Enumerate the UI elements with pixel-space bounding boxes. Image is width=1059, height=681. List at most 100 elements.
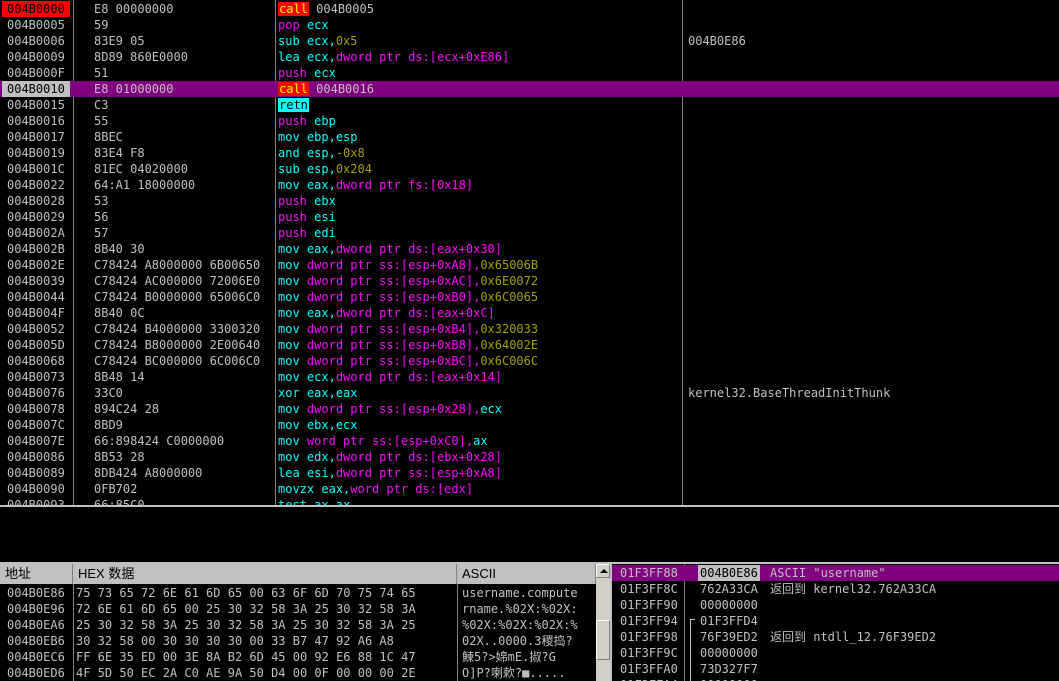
instruction-operand: eax, (321, 482, 351, 496)
instruction-operand: dword ptr ss:[esp+0xA8], (306, 258, 481, 272)
disasm-row[interactable]: 004B0093 66:85C0 test ax,ax (0, 497, 1059, 505)
instruction-address: 004B0078 (7, 402, 65, 416)
instruction-operand: dword ptr ss:[esp+0xB8], (306, 338, 481, 352)
stack-row[interactable]: 01F3FF98 76F39ED2 返回到 ntdll_12.76F39ED2 (612, 629, 1059, 645)
instruction-text: pop ecx (278, 17, 329, 33)
dump-address: 004B0ED6 (7, 666, 65, 680)
instruction-mnemonic: push (278, 194, 307, 208)
dump-row[interactable]: 004B0E86 75 73 65 72 6E 61 6D 65 00 63 6F… (0, 585, 596, 601)
instruction-text: call 004B0016 (278, 81, 374, 97)
disasm-row[interactable]: 004B001C 81EC 04020000 sub esp,0x204 (0, 161, 1059, 177)
disasm-row[interactable]: 004B0006 83E9 05 sub ecx,0x5 004B0E86 (0, 33, 1059, 49)
stack-row[interactable]: 01F3FF8C 762A33CA 返回到 kernel32.762A33CA (612, 581, 1059, 597)
instruction-operand: ecx, (306, 370, 336, 384)
instruction-bytes: 66:85C0 (94, 498, 145, 505)
instruction-operand: dword ptr ss:[esp+0xB0], (306, 290, 481, 304)
disasm-row[interactable]: 004B0039 C78424 AC000000 72006E0 mov dword… (0, 273, 1059, 289)
instruction-bytes: E8 00000000 (94, 2, 174, 16)
instruction-bytes: C78424 B8000000 2E00640 (94, 338, 261, 352)
disasm-row[interactable]: 004B004F 8B40 0C mov eax,dword ptr ds:[eax… (0, 305, 1059, 321)
instruction-bytes: C78424 B0000000 65006C0 (94, 290, 261, 304)
stack-address: 01F3FFA0 (620, 662, 678, 676)
instruction-operand: ebp (314, 114, 336, 128)
instruction-operand: 0x6E0072 (480, 274, 539, 288)
instruction-operand: 0x64002E (480, 338, 539, 352)
stack-row[interactable]: 01F3FF88 004B0E86 ASCII "username" (612, 565, 1059, 581)
instruction-text: push ebp (278, 113, 336, 129)
disasm-row[interactable]: 004B007C 8BD9 mov ebx,ecx (0, 417, 1059, 433)
scroll-thumb[interactable] (596, 620, 610, 660)
instruction-bytes: 8D89 860E0000 (94, 50, 188, 64)
disasm-row[interactable]: 004B0089 8DB424 A8000000 lea esi,dword ptr… (0, 465, 1059, 481)
instruction-text: push esi (278, 209, 336, 225)
stack-row[interactable]: 01F3FF9C 00000000 (612, 645, 1059, 661)
dump-ascii: %02X:%02X:%02X:% (462, 618, 578, 632)
stack-address: 01F3FF88 (620, 566, 678, 580)
dump-header-address[interactable]: 地址 (0, 564, 73, 584)
disasm-row[interactable]: 004B0086 8B53 28 mov edx,dword ptr ds:[ebx… (0, 449, 1059, 465)
dump-row[interactable]: 004B0EC6 FF 6E 35 ED 00 3E 8A B2 6D 45 00… (0, 649, 596, 665)
info-pane[interactable] (0, 505, 1059, 564)
instruction-comment: kernel32.BaseThreadInitThunk (688, 386, 891, 400)
instruction-operand: dword ptr fs:[0x18] (335, 178, 474, 192)
disasm-row[interactable]: 004B000F 51 push ecx (0, 65, 1059, 81)
hex-dump-pane[interactable]: 地址 HEX 数据 ASCII 004B0E86 75 73 65 72 6E 6… (0, 564, 596, 681)
dump-row[interactable]: 004B0E96 72 6E 61 6D 65 00 25 30 32 58 3A… (0, 601, 596, 617)
dump-row[interactable]: 004B0EA6 25 30 32 58 3A 25 30 32 58 3A 25… (0, 617, 596, 633)
instruction-bytes: 8B40 0C (94, 306, 145, 320)
instruction-address: 004B005D (7, 338, 65, 352)
instruction-operand: edx, (306, 450, 336, 464)
disasm-row[interactable]: 004B0076 33C0 xor eax,eax kernel32.BaseThre… (0, 385, 1059, 401)
scroll-up-icon[interactable] (596, 564, 610, 578)
instruction-bytes: 0FB702 (94, 482, 138, 496)
disasm-row[interactable]: 004B0022 64:A1 18000000 mov eax,dword ptr … (0, 177, 1059, 193)
disasm-row[interactable]: 004B0017 8BEC mov ebp,esp (0, 129, 1059, 145)
disasm-row[interactable]: 004B0090 0FB702 movzx eax,word ptr ds:[edx… (0, 481, 1059, 497)
instruction-text: mov eax,dword ptr ds:[eax+0xC] (278, 305, 495, 321)
disasm-row[interactable]: 004B007E 66:898424 C0000000 mov word ptr s… (0, 433, 1059, 449)
instruction-operand: ecx (314, 66, 336, 80)
dump-ascii: rname.%02X:%02X: (462, 602, 578, 616)
disasm-row[interactable]: 004B0068 C78424 BC000000 6C006C0 mov dword… (0, 353, 1059, 369)
dump-header-ascii[interactable]: ASCII (457, 564, 596, 584)
dump-hex-bytes: FF 6E 35 ED 00 3E 8A B2 6D 45 00 92 E6 8… (76, 650, 416, 664)
disasm-row[interactable]: 004B0015 C3 retn (0, 97, 1059, 113)
stack-row[interactable]: 01F3FF94 01F3FFD4 (612, 613, 1059, 629)
disassembly-pane[interactable]: 004B0000 E8 00000000 call 004B0005 004B0005… (0, 0, 1059, 505)
stack-value: 76F39ED2 (700, 630, 758, 644)
disasm-row[interactable]: 004B0052 C78424 B4000000 3300320 mov dword… (0, 321, 1059, 337)
stack-row[interactable]: 01F3FFA4 00000000 (612, 677, 1059, 681)
disasm-row[interactable]: 004B0005 59 pop ecx (0, 17, 1059, 33)
instruction-mnemonic: push (278, 114, 307, 128)
instruction-operand: ax,ax (314, 498, 351, 505)
stack-pane[interactable]: 01F3FF88 004B0E86 ASCII "username" 01F3FF8C… (610, 564, 1059, 681)
dump-row[interactable]: 004B0ED6 4F 5D 50 EC 2A C0 AE 9A 50 D4 00… (0, 665, 596, 681)
disasm-row[interactable]: 004B002A 57 push edi (0, 225, 1059, 241)
instruction-text: and esp,-0x8 (278, 145, 365, 161)
dump-row[interactable]: 004B0EB6 30 32 58 00 30 30 30 30 00 33 B7… (0, 633, 596, 649)
disasm-row[interactable]: 004B0010 E8 01000000 call 004B0016 (0, 81, 1059, 97)
disasm-row[interactable]: 004B002E C78424 A8000000 6B00650 mov dword… (0, 257, 1059, 273)
disasm-row[interactable]: 004B0000 E8 00000000 call 004B0005 (0, 1, 1059, 17)
instruction-operand: esp, (306, 162, 336, 176)
instruction-operand: 004B0016 (316, 82, 374, 96)
disasm-row[interactable]: 004B0009 8D89 860E0000 lea ecx,dword ptr d… (0, 49, 1059, 65)
instruction-operand: dword ptr ss:[esp+0x28], (306, 402, 481, 416)
disasm-row[interactable]: 004B0019 83E4 F8 and esp,-0x8 (0, 145, 1059, 161)
stack-row[interactable]: 01F3FFA0 73D327F7 (612, 661, 1059, 677)
dump-header-hex[interactable]: HEX 数据 (73, 564, 457, 584)
dump-scrollbar[interactable] (596, 564, 610, 681)
instruction-text: mov ebx,ecx (278, 417, 358, 433)
instruction-mnemonic: mov (278, 402, 300, 416)
stack-row[interactable]: 01F3FF90 00000000 (612, 597, 1059, 613)
disasm-row[interactable]: 004B002B 8B40 30 mov eax,dword ptr ds:[eax… (0, 241, 1059, 257)
disasm-row[interactable]: 004B0028 53 push ebx (0, 193, 1059, 209)
disasm-row[interactable]: 004B0073 8B48 14 mov ecx,dword ptr ds:[eax… (0, 369, 1059, 385)
disasm-row[interactable]: 004B005D C78424 B8000000 2E00640 mov dword… (0, 337, 1059, 353)
instruction-text: mov edx,dword ptr ds:[ebx+0x28] (278, 449, 502, 465)
instruction-bytes: 51 (94, 66, 109, 80)
disasm-row[interactable]: 004B0044 C78424 B0000000 65006C0 mov dword… (0, 289, 1059, 305)
disasm-row[interactable]: 004B0029 56 push esi (0, 209, 1059, 225)
disasm-row[interactable]: 004B0016 55 push ebp (0, 113, 1059, 129)
disasm-row[interactable]: 004B0078 894C24 28 mov dword ptr ss:[esp+0… (0, 401, 1059, 417)
